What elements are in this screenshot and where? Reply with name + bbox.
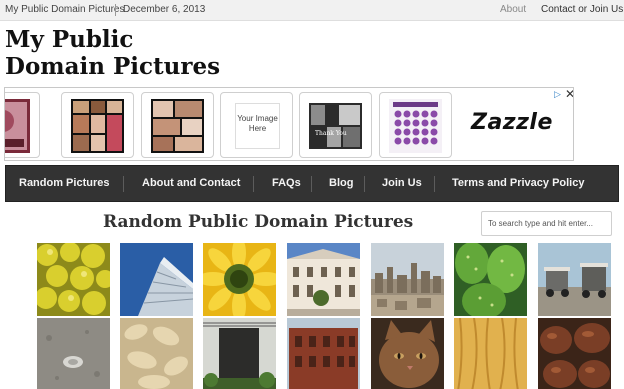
ad-product-tile[interactable]	[141, 92, 214, 158]
nav-item-faqs[interactable]: FAQs	[272, 177, 301, 189]
picture-thumbnail-white-building[interactable]	[287, 243, 360, 316]
search-input[interactable]	[481, 211, 612, 236]
close-icon[interactable]: ✕	[564, 88, 573, 100]
picture-thumbnail-lemons[interactable]	[37, 243, 110, 316]
nav-divider	[434, 176, 435, 192]
picture-thumbnail-city-skyline[interactable]	[371, 243, 444, 316]
topbar-divider	[115, 4, 116, 16]
nav-divider	[253, 176, 254, 192]
picture-thumbnail-yellow-flower[interactable]	[203, 243, 276, 316]
your-image-placeholder: Your Image Here	[235, 103, 280, 149]
picture-thumbnail-golf-carts[interactable]	[538, 243, 611, 316]
nav-item-join-us[interactable]: Join Us	[382, 177, 422, 189]
picture-thumbnail-cactus[interactable]	[454, 243, 527, 316]
product-art-collage	[71, 99, 124, 153]
ad-product-tile[interactable]	[5, 92, 40, 158]
site-title[interactable]: My Public Domain Pictures	[5, 26, 235, 80]
picture-thumbnail-dried-fruit[interactable]	[538, 318, 611, 389]
adchoices-icon[interactable]: ▷	[552, 89, 563, 100]
product-art-bingo-card	[389, 99, 442, 153]
ad-product-tile[interactable]: Thank You	[299, 92, 372, 158]
product-art-card	[5, 99, 30, 153]
ad-product-tile[interactable]	[379, 92, 452, 158]
nav-divider	[364, 176, 365, 192]
ad-product-tile[interactable]: Your Image Here	[220, 92, 293, 158]
picture-thumbnail-skyscraper[interactable]	[120, 243, 193, 316]
picture-thumbnail-wood-grain[interactable]	[454, 318, 527, 389]
ad-banner[interactable]: Your Image Here Thank You Zazzle ▷ ✕	[4, 87, 574, 161]
contact-link[interactable]: Contact or Join Us	[541, 4, 623, 15]
picture-thumbnail-pavement-coin[interactable]	[37, 318, 110, 389]
ad-product-tile[interactable]	[61, 92, 134, 158]
section-title: Random Public Domain Pictures	[103, 212, 414, 232]
picture-thumbnail-red-brick-building[interactable]	[287, 318, 360, 389]
nav-item-blog[interactable]: Blog	[329, 177, 353, 189]
site-name-link[interactable]: My Public Domain Pictures	[5, 4, 124, 15]
picture-thumbnail-dark-doorway[interactable]	[203, 318, 276, 389]
picture-thumbnail-ginger-roots[interactable]	[120, 318, 193, 389]
thank-you-text: Thank You	[315, 130, 347, 137]
product-art-collage	[151, 99, 204, 153]
top-bar: My Public Domain Pictures December 6, 20…	[0, 0, 624, 21]
nav-divider	[123, 176, 124, 192]
nav-divider	[311, 176, 312, 192]
product-art-thank-you-card: Thank You	[309, 103, 362, 149]
about-link[interactable]: About	[500, 4, 526, 15]
zazzle-logo[interactable]: Zazzle	[471, 110, 553, 135]
main-navigation: Random Pictures About and Contact FAQs B…	[5, 165, 619, 202]
nav-item-terms-and-privacy[interactable]: Terms and Privacy Policy	[452, 177, 584, 189]
current-date: December 6, 2013	[123, 4, 206, 15]
nav-item-about-and-contact[interactable]: About and Contact	[142, 177, 240, 189]
nav-item-random-pictures[interactable]: Random Pictures	[19, 177, 109, 189]
picture-grid	[37, 243, 624, 389]
picture-thumbnail-brown-cat[interactable]	[371, 318, 444, 389]
